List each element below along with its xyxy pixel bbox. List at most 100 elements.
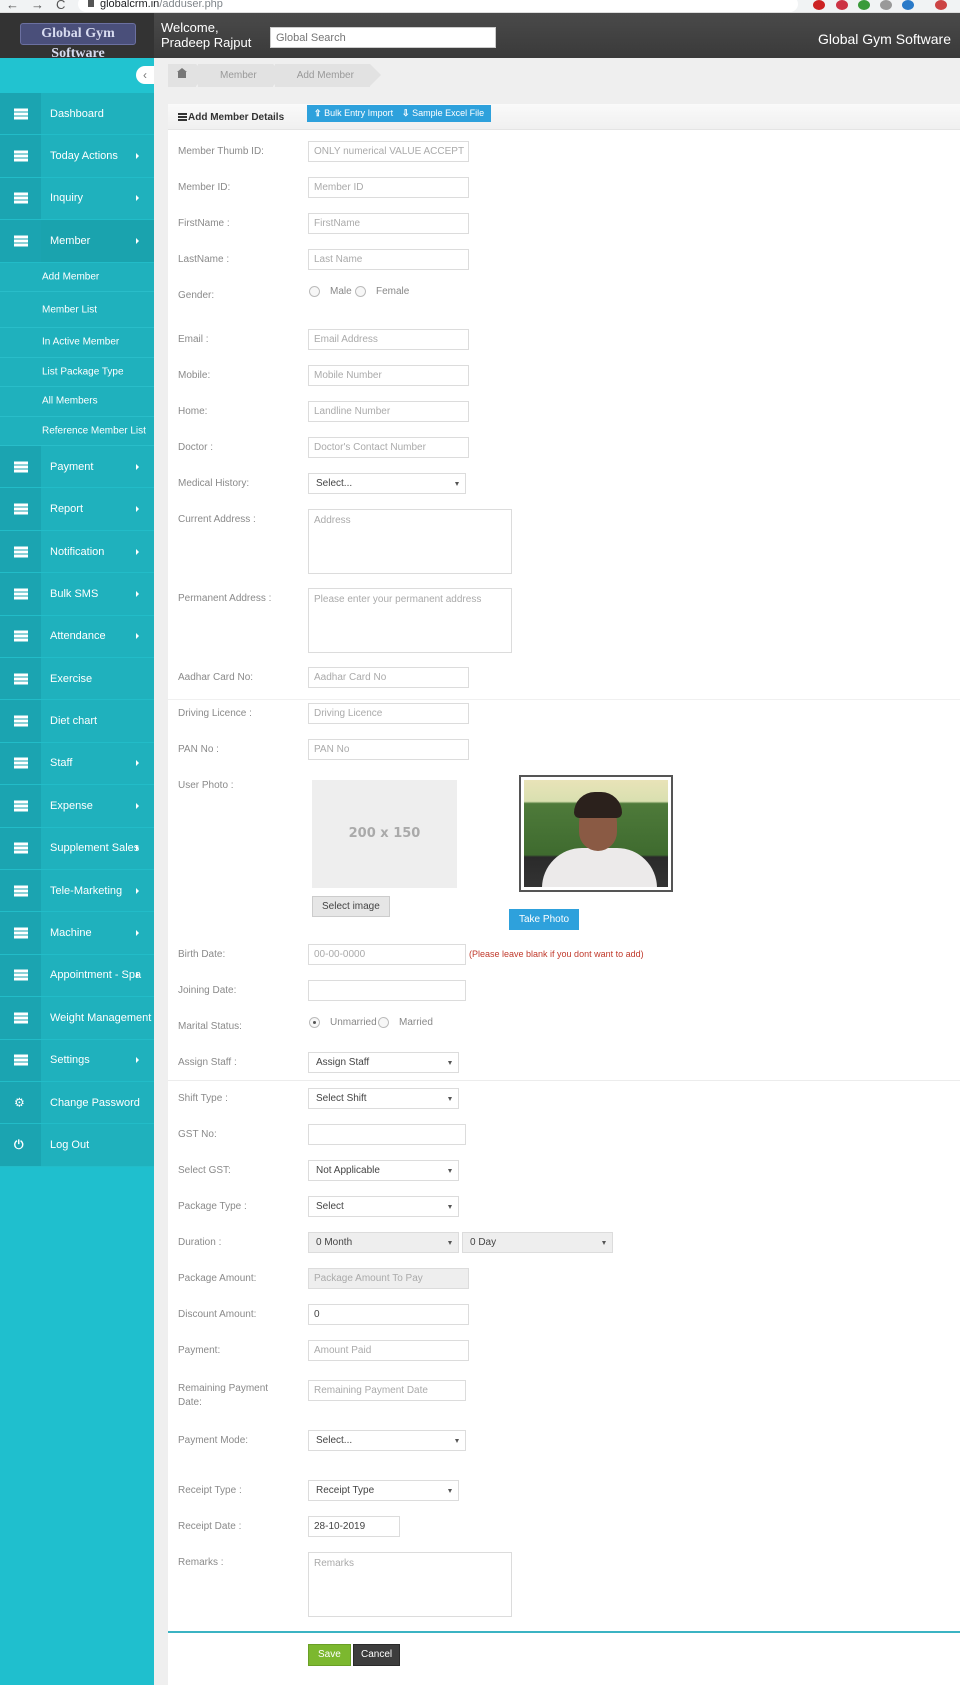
- gender-female-label: Female: [376, 286, 410, 297]
- sidebar-item-weight-management[interactable]: Weight Management: [0, 997, 154, 1040]
- sidebar-subitem-member-list[interactable]: Member List: [0, 292, 154, 329]
- sidebar-subitem-label: All Members: [42, 395, 98, 407]
- address-bar[interactable]: globalcrm.in/adduser.php: [78, 0, 798, 12]
- sidebar-item-notification[interactable]: Notification: [0, 530, 154, 574]
- sidebar-icon-cell: ⚙: [0, 1081, 41, 1124]
- sidebar-subitem-in-active-member[interactable]: In Active Member: [0, 328, 154, 358]
- sidebar-item-inquiry[interactable]: Inquiry: [0, 177, 154, 221]
- email-input[interactable]: [308, 329, 469, 350]
- first-name-input[interactable]: [308, 213, 469, 234]
- sidebar-subitem-all-members[interactable]: All Members: [0, 387, 154, 417]
- medical-history-select[interactable]: Select...: [308, 473, 466, 494]
- brand-logo[interactable]: Global Gym Software: [20, 23, 136, 61]
- caret-right-icon: [136, 972, 139, 979]
- sidebar-icon-cell: [0, 488, 41, 530]
- webcam-image: [524, 780, 668, 887]
- breadcrumb-home[interactable]: [168, 64, 207, 87]
- receipt-type-value: Receipt Type: [316, 1485, 375, 1496]
- sidebar-item-exercise[interactable]: Exercise: [0, 658, 154, 701]
- sidebar-collapse-button[interactable]: ‹: [136, 66, 154, 84]
- gst-no-input[interactable]: [308, 1124, 466, 1145]
- marital-status-label: Marital Status:: [178, 1021, 242, 1032]
- sidebar-item-settings[interactable]: Settings: [0, 1039, 154, 1082]
- sidebar-item-bulk-sms[interactable]: Bulk SMS: [0, 573, 154, 616]
- gender-female-radio[interactable]: [355, 286, 366, 297]
- home-input[interactable]: [308, 401, 469, 422]
- marital-unmarried-radio[interactable]: [309, 1017, 320, 1028]
- last-name-input[interactable]: [308, 249, 469, 270]
- sidebar-item-dashboard[interactable]: Dashboard: [0, 93, 154, 136]
- cancel-button[interactable]: Cancel: [353, 1644, 401, 1666]
- remaining-payment-date-input[interactable]: [308, 1380, 466, 1401]
- payment-input[interactable]: [308, 1340, 469, 1361]
- sidebar-item-member[interactable]: Member: [0, 220, 154, 263]
- menu-icon: [14, 546, 28, 558]
- save-button[interactable]: Save: [308, 1644, 351, 1666]
- breadcrumb-member[interactable]: Member: [198, 64, 284, 87]
- gender-male-radio[interactable]: [309, 286, 320, 297]
- receipt-type-label: Receipt Type :: [178, 1485, 242, 1496]
- sidebar-subitem-reference-member-list[interactable]: Reference Member List: [0, 416, 154, 447]
- global-search-input[interactable]: [270, 27, 496, 48]
- driving-licence-input[interactable]: [308, 703, 469, 724]
- sidebar-item-log-out[interactable]: ⏻ Log Out: [0, 1124, 154, 1167]
- payment-mode-select[interactable]: Select...: [308, 1430, 466, 1451]
- doctor-input[interactable]: [308, 437, 469, 458]
- gender-male-label: Male: [330, 286, 352, 297]
- sidebar-item-label: Tele-Marketing: [50, 884, 123, 897]
- mobile-input[interactable]: [308, 365, 469, 386]
- thumb-id-input[interactable]: [308, 141, 469, 162]
- sidebar-item-machine[interactable]: Machine: [0, 912, 154, 955]
- sidebar-subitem-add-member[interactable]: Add Member: [0, 262, 154, 293]
- extension-icon[interactable]: [836, 0, 848, 10]
- profile-icon[interactable]: [935, 0, 947, 10]
- extension-icon[interactable]: [858, 0, 870, 10]
- sidebar-item-report[interactable]: Report: [0, 488, 154, 531]
- current-address-textarea[interactable]: [308, 509, 512, 574]
- receipt-type-select[interactable]: Receipt Type: [308, 1480, 459, 1501]
- discount-amount-input[interactable]: [308, 1304, 469, 1325]
- marital-married-radio[interactable]: [378, 1017, 389, 1028]
- sidebar-item-today-actions[interactable]: Today Actions: [0, 135, 154, 178]
- sidebar-item-diet-chart[interactable]: Diet chart: [0, 700, 154, 743]
- pan-input[interactable]: [308, 739, 469, 760]
- bulk-entry-import-button[interactable]: ⇪ Bulk Entry Import: [307, 105, 401, 122]
- permanent-address-textarea[interactable]: [308, 588, 512, 653]
- extension-icon[interactable]: [813, 0, 825, 10]
- sidebar-item-tele-marketing[interactable]: Tele-Marketing: [0, 869, 154, 913]
- extension-icon[interactable]: [880, 0, 892, 10]
- sidebar-item-staff[interactable]: Staff: [0, 742, 154, 786]
- sidebar-item-payment[interactable]: Payment: [0, 446, 154, 489]
- take-photo-button[interactable]: Take Photo: [509, 909, 580, 930]
- assign-staff-label: Assign Staff :: [178, 1057, 237, 1068]
- sidebar-icon-cell: [0, 93, 41, 135]
- sidebar-item-appointment-spa[interactable]: Appointment - Spa: [0, 954, 154, 998]
- aadhar-input[interactable]: [308, 667, 469, 688]
- remarks-label: Remarks :: [178, 1557, 224, 1568]
- browser-nav-icons[interactable]: ←→C: [6, 0, 77, 12]
- member-id-label: Member ID:: [178, 182, 231, 193]
- assign-staff-select[interactable]: Assign Staff: [308, 1052, 459, 1073]
- duration-days-select[interactable]: 0 Day: [462, 1232, 613, 1253]
- remarks-textarea[interactable]: [308, 1552, 512, 1617]
- select-image-button[interactable]: Select image: [312, 896, 390, 917]
- mobile-label: Mobile:: [178, 370, 211, 381]
- member-id-input[interactable]: [308, 177, 469, 198]
- duration-months-select[interactable]: 0 Month: [308, 1232, 459, 1253]
- payment-label: Payment:: [178, 1345, 221, 1356]
- sidebar-item-expense[interactable]: Expense: [0, 785, 154, 828]
- sample-excel-file-button[interactable]: ⇩ Sample Excel File: [395, 105, 492, 122]
- sidebar-item-change-password[interactable]: ⚙ Change Password: [0, 1081, 154, 1125]
- select-gst-select[interactable]: Not Applicable: [308, 1160, 459, 1181]
- birth-date-input[interactable]: [308, 944, 466, 965]
- sidebar-subitem-list-package-type[interactable]: List Package Type: [0, 357, 154, 388]
- dropdown-arrow-icon: [448, 1097, 452, 1101]
- sidebar-item-supplement-sales[interactable]: Supplement Sales: [0, 827, 154, 870]
- extension-icon[interactable]: [902, 0, 914, 10]
- receipt-date-input[interactable]: [308, 1516, 400, 1537]
- package-type-select[interactable]: Select: [308, 1196, 459, 1217]
- shift-type-select[interactable]: Select Shift: [308, 1088, 459, 1109]
- sidebar-item-attendance[interactable]: Attendance: [0, 615, 154, 659]
- joining-date-input[interactable]: [308, 980, 466, 1001]
- breadcrumb-add-member: Add Member: [274, 64, 382, 87]
